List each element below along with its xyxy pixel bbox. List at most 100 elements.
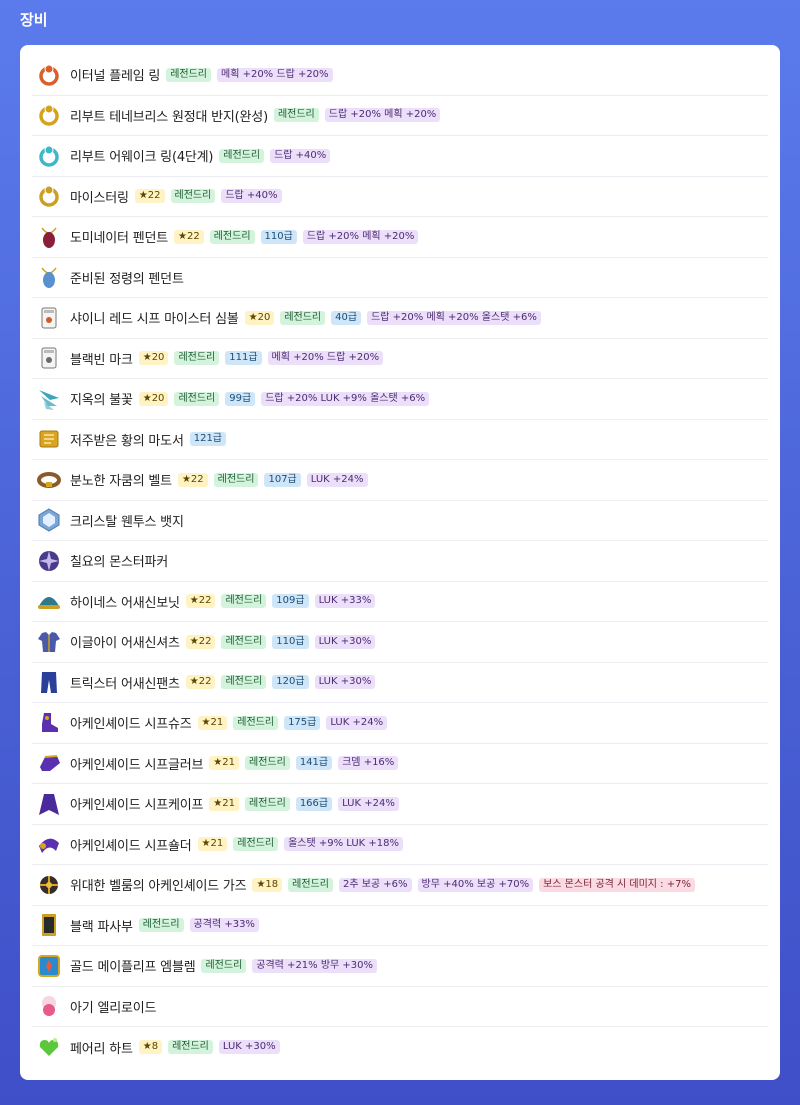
equipment-name: 분노한 자쿰의 벨트 — [70, 474, 172, 490]
equipment-row[interactable]: 준비된 정령의 펜던트 — [32, 258, 768, 298]
hat-icon — [36, 588, 62, 614]
cape-icon — [36, 791, 62, 817]
option-badge: 드랍 +20% 메획 +20% 올스탯 +6% — [367, 310, 541, 325]
equipment-row[interactable]: 리부트 어웨이크 링(4단계) 레전드리 드랍 +40% — [32, 136, 768, 177]
ring-icon — [36, 143, 62, 169]
starforce-badge: ★21 — [197, 715, 228, 730]
potential-tier-badge: 레전드리 — [166, 67, 211, 82]
equipment-row[interactable]: 크리스탈 웬투스 뱃지 — [32, 501, 768, 541]
equipment-row[interactable]: 샤이니 레드 시프 마이스터 심볼 ★20 레전드리 40급 드랍 +20% 메획 +2… — [32, 298, 768, 339]
option-badge: LUK +33% — [314, 594, 376, 609]
belt-icon — [36, 467, 62, 493]
ring-icon — [36, 183, 62, 209]
starforce-badge: ★18 — [252, 877, 283, 892]
starforce-badge: ★22 — [134, 189, 165, 204]
equipment-name: 이터널 플레임 링 — [70, 69, 161, 85]
potential-tier-badge: 레전드리 — [138, 918, 184, 933]
equipment-row[interactable]: 위대한 벨룸의 아케인셰이드 가즈 ★18 레전드리 2추 보공 +6% 방무 +40%… — [32, 865, 768, 906]
potential-tier-badge: 레전드리 — [221, 675, 267, 690]
potential-tier-badge: 레전드리 — [219, 148, 265, 163]
option-badge: 드랍 +40% — [270, 148, 331, 163]
option-badge: 메획 +20% 드랍 +20% — [267, 351, 384, 366]
crystal-badge-icon — [36, 507, 62, 533]
equipment-row[interactable]: 페어리 하트 ★8 레전드리 LUK +30% — [32, 1027, 768, 1068]
potential-tier-badge: 레전드리 — [245, 756, 290, 771]
equipment-row[interactable]: 아기 엘리로이드 — [32, 987, 768, 1027]
equipment-row[interactable]: 마이스터링 ★22 레전드리 드랍 +40% — [32, 177, 768, 217]
starforce-badge: ★20 — [138, 391, 169, 406]
level-badge: 110급 — [272, 634, 309, 649]
option-badge: LUK +24% — [306, 472, 368, 487]
equipment-row[interactable]: 리부트 테네브리스 원정대 반지(완성) 레전드리 드랍 +20% 메획 +20% — [32, 96, 768, 136]
potential-tier-badge: 레전드리 — [221, 594, 267, 609]
equipment-name: 아케인셰이드 시프숄더 — [70, 838, 192, 854]
equipment-row[interactable]: 칠요의 몬스터파커 — [32, 541, 768, 582]
equipment-row[interactable]: 블랙 파사부 레전드리 공격력 +33% — [32, 906, 768, 946]
glove-icon — [36, 750, 62, 776]
option-badge: 크뎀 +16% — [338, 756, 399, 771]
potential-tier-badge: 레전드리 — [201, 958, 247, 973]
badge-mark-icon — [36, 345, 62, 371]
potential-tier-badge: 레전드리 — [233, 837, 279, 852]
equipment-row[interactable]: 저주받은 황의 마도서 121급 — [32, 420, 768, 460]
option-badge: LUK +30% — [218, 1040, 280, 1055]
level-badge: 99급 — [225, 391, 256, 406]
pendant-icon — [36, 264, 62, 290]
level-badge: 109급 — [272, 594, 309, 609]
equipment-name: 리부트 테네브리스 원정대 반지(완성) — [70, 109, 268, 125]
potential-tier-badge: 레전드리 — [280, 310, 326, 325]
equipment-row[interactable]: 지옥의 불꽃 ★20 레전드리 99급 드랍 +20% LUK +9% 올스탯 +6% — [32, 379, 768, 420]
equipment-row[interactable]: 트릭스터 어새신팬츠 ★22 레전드리 120급 LUK +30% — [32, 663, 768, 703]
equipment-name: 아케인셰이드 시프슈즈 — [70, 717, 192, 733]
symbol-icon — [36, 305, 62, 331]
equipment-name: 지옥의 불꽃 — [70, 393, 133, 409]
option-badge: 드랍 +20% 메획 +20% — [324, 108, 441, 123]
option-badge: 2추 보공 +6% — [338, 877, 412, 892]
equipment-row[interactable]: 이터널 플레임 링 레전드리 메획 +20% 드랍 +20% — [32, 55, 768, 96]
equipment-row[interactable]: 골드 메이플리프 엠블렘 레전드리 공격력 +21% 방무 +30% — [32, 946, 768, 987]
potential-tier-badge: 레전드리 — [209, 229, 255, 244]
equipment-name: 크리스탈 웬투스 뱃지 — [70, 514, 184, 530]
equipment-row[interactable]: 아케인셰이드 시프글러브 ★21 레전드리 141급 크뎀 +16% — [32, 744, 768, 784]
equipment-name: 아케인셰이드 시프글러브 — [70, 757, 204, 773]
option-badge: 방무 +40% 보공 +70% — [417, 877, 534, 892]
level-badge: 141급 — [295, 756, 333, 771]
equipment-row[interactable]: 도미네이터 펜던트 ★22 레전드리 110급 드랍 +20% 메획 +20% — [32, 217, 768, 258]
talisman-icon — [36, 912, 62, 938]
shoes-icon — [36, 710, 62, 736]
equipment-name: 트릭스터 어새신팬츠 — [70, 676, 180, 692]
potential-tier-badge: 레전드리 — [245, 796, 290, 811]
potential-tier-badge: 레전드리 — [233, 715, 279, 730]
equipment-name: 칠요의 몬스터파커 — [70, 555, 169, 571]
equipment-row[interactable]: 아케인셰이드 시프슈즈 ★21 레전드리 175급 LUK +24% — [32, 703, 768, 744]
potential-tier-badge: 레전드리 — [288, 877, 333, 892]
level-badge: 120급 — [272, 675, 309, 690]
equipment-name: 샤이니 레드 시프 마이스터 심볼 — [70, 312, 239, 328]
level-badge: 110급 — [260, 229, 297, 244]
equipment-row[interactable]: 이글아이 어새신셔츠 ★22 레전드리 110급 LUK +30% — [32, 622, 768, 663]
level-badge: 175급 — [284, 715, 321, 730]
level-badge: 107급 — [264, 472, 301, 487]
equipment-row[interactable]: 하이네스 어새신보닛 ★22 레전드리 109급 LUK +33% — [32, 582, 768, 622]
equipment-row[interactable]: 아케인셰이드 시프케이프 ★21 레전드리 166급 LUK +24% — [32, 784, 768, 825]
shirt-icon — [36, 629, 62, 655]
option-badge: 공격력 +33% — [189, 918, 259, 933]
option-badge: LUK +30% — [314, 675, 376, 690]
equipment-row[interactable]: 블랙빈 마크 ★20 레전드리 111급 메획 +20% 드랍 +20% — [32, 339, 768, 379]
equipment-row[interactable]: 아케인셰이드 시프숄더 ★21 레전드리 올스탯 +9% LUK +18% — [32, 825, 768, 865]
ring-icon — [36, 102, 62, 128]
option-badge: 드랍 +20% LUK +9% 올스탯 +6% — [261, 391, 430, 406]
potential-tier-badge: 레전드리 — [168, 1040, 213, 1055]
equipment-name: 하이네스 어새신보닛 — [70, 595, 180, 611]
equipment-row[interactable]: 분노한 자쿰의 벨트 ★22 레전드리 107급 LUK +24% — [32, 460, 768, 501]
page-title: 장비 — [20, 11, 48, 29]
potential-tier-badge: 레전드리 — [273, 108, 319, 123]
boss-damage-badge: 보스 몬스터 공격 시 데미지 : +7% — [539, 877, 695, 892]
starforce-badge: ★20 — [138, 351, 169, 366]
equipment-name: 블랙 파사부 — [70, 919, 133, 935]
equipment-name: 리부트 어웨이크 링(4단계) — [70, 150, 214, 166]
equipment-name: 페어리 하트 — [70, 1041, 133, 1057]
starforce-badge: ★22 — [185, 634, 216, 649]
option-badge: LUK +30% — [314, 634, 376, 649]
level-badge: 121급 — [189, 432, 227, 447]
